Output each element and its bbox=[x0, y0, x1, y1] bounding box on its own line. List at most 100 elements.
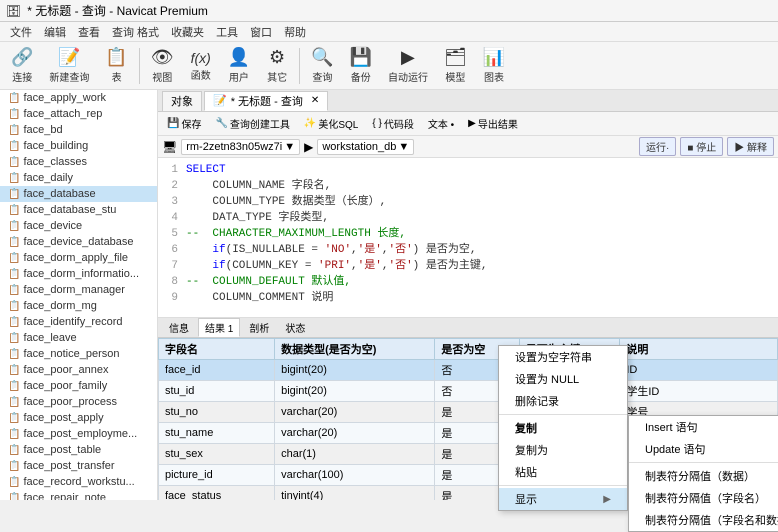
ctx-set-empty-string[interactable]: 设置为空字符串 bbox=[499, 346, 627, 368]
ctx-set-null[interactable]: 设置为 NULL bbox=[499, 368, 627, 390]
sidebar-item-face-daily[interactable]: 📋face_daily bbox=[0, 170, 157, 186]
result-tab-profiling[interactable]: 剖析 bbox=[242, 318, 276, 337]
toolbar-model-label: 模型 bbox=[445, 69, 465, 84]
sidebar: 📋face_apply_work 📋face_attach_rep 📋face_… bbox=[0, 90, 158, 500]
stop-button[interactable]: ■ 停止 bbox=[680, 137, 723, 156]
ctx-paste[interactable]: 粘贴 bbox=[499, 461, 627, 483]
editor-line-6: 6 if(IS_NULLABLE = 'NO','是','否') 是否为空, bbox=[162, 242, 774, 258]
menu-favorites[interactable]: 收藏夹 bbox=[165, 22, 210, 42]
chart-icon: 📊 bbox=[483, 47, 505, 68]
query-icon-small: 📝 bbox=[213, 94, 227, 107]
sidebar-item-face-dorm-apply-file[interactable]: 📋face_dorm_apply_file bbox=[0, 250, 157, 266]
query-builder-button[interactable]: 🔧 查询创建工具 bbox=[210, 114, 294, 133]
toolbar-other[interactable]: ⚙ 其它 bbox=[259, 45, 295, 87]
sidebar-item-face-poor-annex[interactable]: 📋face_poor_annex bbox=[0, 362, 157, 378]
title-bar: 🗄 * 无标题 - 查询 - Navicat Premium bbox=[0, 0, 778, 22]
code-segment-button[interactable]: { } 代码段 bbox=[367, 114, 418, 133]
database-selector[interactable]: workstation_db ▼ bbox=[317, 139, 414, 155]
export-result-button[interactable]: ▶ 导出结果 bbox=[463, 114, 523, 133]
sidebar-item-face-post-employment[interactable]: 📋face_post_employme... bbox=[0, 426, 157, 442]
sidebar-item-face-identify-record[interactable]: 📋face_identify_record bbox=[0, 314, 157, 330]
toolbar-model[interactable]: 🗂 模型 bbox=[437, 45, 474, 87]
save-button[interactable]: 💾 保存 bbox=[162, 114, 206, 133]
menu-edit[interactable]: 编辑 bbox=[38, 22, 72, 42]
toolbar-user[interactable]: 👤 用户 bbox=[221, 45, 257, 87]
sidebar-item-face-leave[interactable]: 📋face_leave bbox=[0, 330, 157, 346]
editor-line-3: 3 COLUMN_TYPE 数据类型（长度）, bbox=[162, 194, 774, 210]
toolbar-view[interactable]: 👁 视图 bbox=[144, 45, 181, 87]
menu-file[interactable]: 文件 bbox=[4, 22, 38, 42]
sidebar-item-face-apply-work[interactable]: 📋face_apply_work bbox=[0, 90, 157, 106]
line-code-4: DATA_TYPE 字段类型, bbox=[186, 210, 329, 226]
toolbar-new-query[interactable]: 📝 新建查询 bbox=[42, 45, 96, 87]
chevron-down-icon-2: ▼ bbox=[398, 141, 409, 153]
ctx-copy-as[interactable]: 复制为 bbox=[499, 439, 627, 461]
ctx-delete-record[interactable]: 删除记录 bbox=[499, 390, 627, 412]
sub-ctx-update[interactable]: Update 语句 bbox=[629, 438, 778, 460]
sidebar-item-face-device-database[interactable]: 📋face_device_database bbox=[0, 234, 157, 250]
tab-close-icon[interactable]: ✕ bbox=[311, 95, 319, 106]
sub-ctx-tab-data[interactable]: 制表符分隔值（数据） bbox=[629, 465, 778, 487]
menu-tools[interactable]: 工具 bbox=[210, 22, 244, 42]
tab-objects[interactable]: 对象 bbox=[162, 91, 202, 111]
beautify-sql-button[interactable]: ✨ 美化SQL bbox=[299, 114, 363, 133]
editor-line-8: 8 -- COLUMN_DEFAULT 默认值, bbox=[162, 274, 774, 290]
tab-query[interactable]: 📝 * 无标题 - 查询 ✕ bbox=[204, 91, 328, 111]
sub-ctx-tab-both[interactable]: 制表符分隔值（字段名和数据） bbox=[629, 509, 778, 531]
sidebar-item-face-building[interactable]: 📋face_building bbox=[0, 138, 157, 154]
sidebar-item-face-bd[interactable]: 📋face_bd bbox=[0, 122, 157, 138]
sidebar-item-face-notice-person[interactable]: 📋face_notice_person bbox=[0, 346, 157, 362]
ctx-display[interactable]: 显示 ▶ bbox=[499, 488, 627, 510]
sub-ctx-tab-field[interactable]: 制表符分隔值（字段名） bbox=[629, 487, 778, 509]
sidebar-item-face-device[interactable]: 📋face_device bbox=[0, 218, 157, 234]
cell-field: stu_name bbox=[159, 423, 275, 444]
toolbar-autorun[interactable]: ▶ 自动运行 bbox=[381, 45, 435, 87]
sidebar-item-face-poor-process[interactable]: 📋face_poor_process bbox=[0, 394, 157, 410]
sidebar-item-face-poor-family[interactable]: 📋face_poor_family bbox=[0, 378, 157, 394]
table-icon: 📋 bbox=[8, 461, 20, 472]
menu-window[interactable]: 窗口 bbox=[244, 22, 278, 42]
sidebar-item-face-database-stu[interactable]: 📋face_database_stu bbox=[0, 202, 157, 218]
sidebar-item-face-record-workstudy[interactable]: 📋face_record_workstu... bbox=[0, 474, 157, 490]
sidebar-item-face-repair-note[interactable]: 📋face_repair_note bbox=[0, 490, 157, 500]
sidebar-item-face-dorm-manager[interactable]: 📋face_dorm_manager bbox=[0, 282, 157, 298]
explain-button[interactable]: ▶ 解释 bbox=[727, 137, 774, 156]
toolbar-backup[interactable]: 💾 备份 bbox=[343, 45, 379, 87]
toolbar-other-label: 其它 bbox=[267, 69, 287, 84]
table-row[interactable]: stu_id bigint(20) 否 否 学生ID bbox=[159, 381, 778, 402]
sql-editor[interactable]: 1 SELECT 2 COLUMN_NAME 字段名, 3 COLUMN_TYP… bbox=[158, 158, 778, 318]
sub-ctx-insert[interactable]: Insert 语句 bbox=[629, 416, 778, 438]
line-num-7: 7 bbox=[162, 258, 178, 274]
sidebar-item-face-dorm-mg[interactable]: 📋face_dorm_mg bbox=[0, 298, 157, 314]
toolbar-table[interactable]: 📋 表 bbox=[98, 45, 134, 87]
result-tab-bar: 信息 结果 1 剖析 状态 bbox=[158, 318, 778, 338]
table-row[interactable]: face_id bigint(20) 否 是 ID bbox=[159, 360, 778, 381]
sidebar-item-face-attach-rep[interactable]: 📋face_attach_rep bbox=[0, 106, 157, 122]
result-tab-info[interactable]: 信息 bbox=[162, 318, 196, 337]
sidebar-item-face-post-apply[interactable]: 📋face_post_apply bbox=[0, 410, 157, 426]
function-icon: f(x) bbox=[191, 50, 211, 66]
toolbar-connect[interactable]: 🔗 连接 bbox=[4, 45, 40, 87]
sidebar-item-face-post-transfer[interactable]: 📋face_post_transfer bbox=[0, 458, 157, 474]
sidebar-item-face-classes[interactable]: 📋face_classes bbox=[0, 154, 157, 170]
col-header-type: 数据类型(是否为空) bbox=[275, 339, 435, 360]
text-button[interactable]: 文本 • bbox=[423, 114, 459, 133]
cell-field: face_id bbox=[159, 360, 275, 381]
sidebar-item-face-dorm-information[interactable]: 📋face_dorm_informatio... bbox=[0, 266, 157, 282]
result-tab-status[interactable]: 状态 bbox=[278, 318, 312, 337]
sidebar-item-face-database[interactable]: 📋face_database bbox=[0, 186, 157, 202]
line-code-1: SELECT bbox=[186, 162, 226, 178]
menu-view[interactable]: 查看 bbox=[72, 22, 106, 42]
table-icon: 📋 bbox=[8, 221, 20, 232]
result-tab-result1[interactable]: 结果 1 bbox=[198, 318, 240, 337]
line-num-8: 8 bbox=[162, 274, 178, 290]
toolbar-function[interactable]: f(x) 函数 bbox=[183, 45, 219, 87]
toolbar-query[interactable]: 🔍 查询 bbox=[304, 45, 340, 87]
menu-query-format[interactable]: 查询 格式 bbox=[106, 22, 165, 42]
menu-help[interactable]: 帮助 bbox=[278, 22, 312, 42]
ctx-copy[interactable]: 复制 bbox=[499, 417, 627, 439]
toolbar-chart[interactable]: 📊 图表 bbox=[476, 45, 512, 87]
run-button[interactable]: 运行· bbox=[639, 137, 676, 156]
server-selector[interactable]: rm-2zetn83n05wz7i ▼ bbox=[181, 139, 300, 155]
sidebar-item-face-post-table[interactable]: 📋face_post_table bbox=[0, 442, 157, 458]
